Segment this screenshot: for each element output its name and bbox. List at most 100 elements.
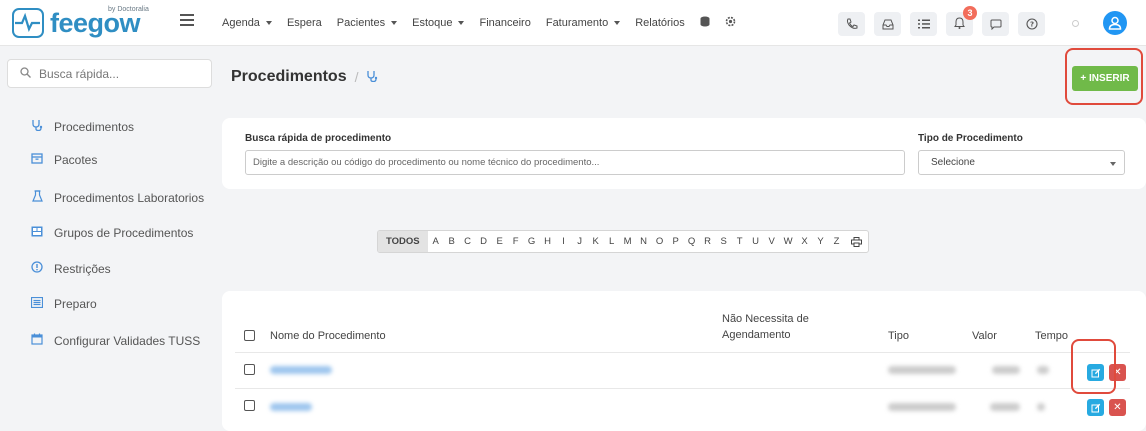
sidebar-item-grupos[interactable]: Grupos de Procedimentos bbox=[30, 226, 193, 240]
sidebar-item-procedimentos-laboratorios[interactable]: Procedimentos Laboratorios bbox=[30, 190, 204, 205]
procedure-value-cell bbox=[992, 366, 1020, 374]
nav-agenda[interactable]: Agenda bbox=[222, 17, 272, 29]
filter-card: Busca rápida de procedimento Tipo de Pro… bbox=[222, 118, 1146, 189]
logo-tagline: by Doctoralia bbox=[108, 6, 149, 13]
column-header-no-schedule[interactable]: Não Necessita de bbox=[722, 313, 809, 325]
letter-filter[interactable]: O bbox=[652, 231, 668, 252]
letter-filter[interactable]: L bbox=[604, 231, 620, 252]
nav-faturamento[interactable]: Faturamento bbox=[546, 17, 621, 29]
sidebar-item-procedimentos[interactable]: Procedimentos bbox=[30, 119, 134, 134]
user-avatar-icon[interactable] bbox=[1103, 11, 1127, 35]
sidebar-search-input[interactable] bbox=[39, 66, 199, 81]
letter-filter[interactable]: I bbox=[556, 231, 572, 252]
procedure-name-link[interactable] bbox=[270, 403, 312, 411]
letter-filter[interactable]: H bbox=[540, 231, 556, 252]
procedure-type-cell bbox=[888, 366, 956, 374]
alphabet-filter: TODOS A B C D E F G H I J K L M N O P Q … bbox=[377, 230, 869, 253]
letter-filter[interactable]: F bbox=[508, 231, 524, 252]
sidebar-item-pacotes[interactable]: Pacotes bbox=[30, 153, 97, 167]
letter-filter[interactable]: U bbox=[748, 231, 764, 252]
top-bar: feegow by Doctoralia Agenda Espera Pacie… bbox=[0, 0, 1146, 46]
chevron-down-icon bbox=[391, 21, 398, 25]
stethoscope-icon bbox=[366, 70, 378, 85]
procedure-name-link[interactable] bbox=[270, 366, 332, 374]
nav-financeiro[interactable]: Financeiro bbox=[479, 17, 530, 29]
nav-relatorios[interactable]: Relatórios bbox=[635, 17, 685, 29]
letter-filter[interactable]: X bbox=[797, 231, 813, 252]
table-divider bbox=[235, 352, 1130, 353]
letter-filter[interactable]: Z bbox=[829, 231, 845, 252]
list-icon[interactable] bbox=[910, 12, 937, 36]
procedure-time-cell bbox=[1037, 366, 1049, 374]
insert-button-highlight bbox=[1065, 48, 1143, 105]
calendar-icon bbox=[30, 333, 44, 348]
preparation-icon bbox=[30, 296, 44, 311]
letter-filter[interactable]: E bbox=[492, 231, 508, 252]
logo-heartbeat-icon bbox=[12, 8, 44, 38]
letter-filter[interactable]: J bbox=[572, 231, 588, 252]
delete-icon[interactable]: ✕ bbox=[1109, 399, 1126, 416]
nav-espera[interactable]: Espera bbox=[287, 17, 322, 29]
print-icon[interactable] bbox=[845, 231, 868, 252]
select-all-checkbox[interactable] bbox=[244, 330, 255, 341]
sidebar-item-validades-tuss[interactable]: Configurar Validades TUSS bbox=[30, 333, 200, 348]
package-icon bbox=[30, 153, 44, 167]
feegow-logo[interactable]: feegow by Doctoralia bbox=[12, 6, 152, 40]
letter-filter[interactable]: Q bbox=[684, 231, 700, 252]
main-nav: Agenda Espera Pacientes Estoque Financei… bbox=[222, 0, 751, 46]
letter-filter[interactable]: M bbox=[620, 231, 636, 252]
svg-text:?: ? bbox=[1029, 21, 1033, 29]
letter-filter[interactable]: V bbox=[764, 231, 780, 252]
column-header-type[interactable]: Tipo bbox=[888, 330, 909, 342]
letter-filter[interactable]: B bbox=[444, 231, 460, 252]
stethoscope-icon bbox=[30, 119, 44, 134]
inbox-icon[interactable] bbox=[874, 12, 901, 36]
letter-filter[interactable]: T bbox=[732, 231, 748, 252]
procedure-type-label: Tipo de Procedimento bbox=[918, 133, 1023, 144]
procedure-type-select[interactable]: Selecione bbox=[918, 150, 1125, 175]
procedure-search-label: Busca rápida de procedimento bbox=[245, 133, 392, 144]
chevron-down-icon bbox=[265, 21, 272, 25]
column-header-no-schedule-line2: Agendamento bbox=[722, 329, 791, 341]
column-header-time[interactable]: Tempo bbox=[1035, 330, 1068, 342]
nav-pacientes[interactable]: Pacientes bbox=[337, 17, 398, 29]
letter-filter[interactable]: R bbox=[700, 231, 716, 252]
row-checkbox[interactable] bbox=[244, 400, 255, 411]
menu-toggle-icon[interactable] bbox=[180, 14, 194, 28]
letter-filter[interactable]: G bbox=[524, 231, 540, 252]
column-header-name[interactable]: Nome do Procedimento bbox=[270, 330, 386, 342]
letter-filter[interactable]: C bbox=[460, 231, 476, 252]
bell-icon bbox=[954, 16, 965, 32]
sidebar-item-preparo[interactable]: Preparo bbox=[30, 296, 97, 311]
sidebar-search bbox=[7, 59, 212, 88]
letter-filter[interactable]: D bbox=[476, 231, 492, 252]
notifications-button[interactable]: 3 bbox=[946, 6, 977, 36]
edit-icon[interactable] bbox=[1087, 399, 1104, 416]
letter-filter[interactable]: A bbox=[428, 231, 444, 252]
row-checkbox[interactable] bbox=[244, 364, 255, 375]
database-icon[interactable] bbox=[700, 16, 710, 30]
chat-icon[interactable] bbox=[982, 12, 1009, 36]
edit-button-highlight bbox=[1071, 339, 1116, 394]
nav-estoque[interactable]: Estoque bbox=[412, 17, 465, 29]
search-icon bbox=[20, 66, 31, 81]
group-icon bbox=[30, 226, 44, 240]
procedure-search-input[interactable] bbox=[245, 150, 905, 175]
page-title: Procedimentos / bbox=[231, 68, 378, 86]
letter-filter-todos[interactable]: TODOS bbox=[378, 231, 428, 252]
letter-filter[interactable]: P bbox=[668, 231, 684, 252]
help-icon[interactable]: ? bbox=[1018, 12, 1045, 36]
gear-icon[interactable] bbox=[725, 16, 736, 30]
letter-filter[interactable]: W bbox=[780, 231, 797, 252]
chevron-down-icon bbox=[614, 21, 621, 25]
notification-count-badge: 3 bbox=[963, 6, 977, 20]
column-header-value[interactable]: Valor bbox=[972, 330, 997, 342]
phone-icon[interactable] bbox=[838, 12, 865, 36]
letter-filter[interactable]: S bbox=[716, 231, 732, 252]
table-divider bbox=[235, 388, 1130, 389]
letter-filter[interactable]: K bbox=[588, 231, 604, 252]
letter-filter[interactable]: N bbox=[636, 231, 652, 252]
letter-filter[interactable]: Y bbox=[813, 231, 829, 252]
procedure-value-cell bbox=[990, 403, 1020, 411]
sidebar-item-restricoes[interactable]: Restrições bbox=[30, 261, 111, 276]
